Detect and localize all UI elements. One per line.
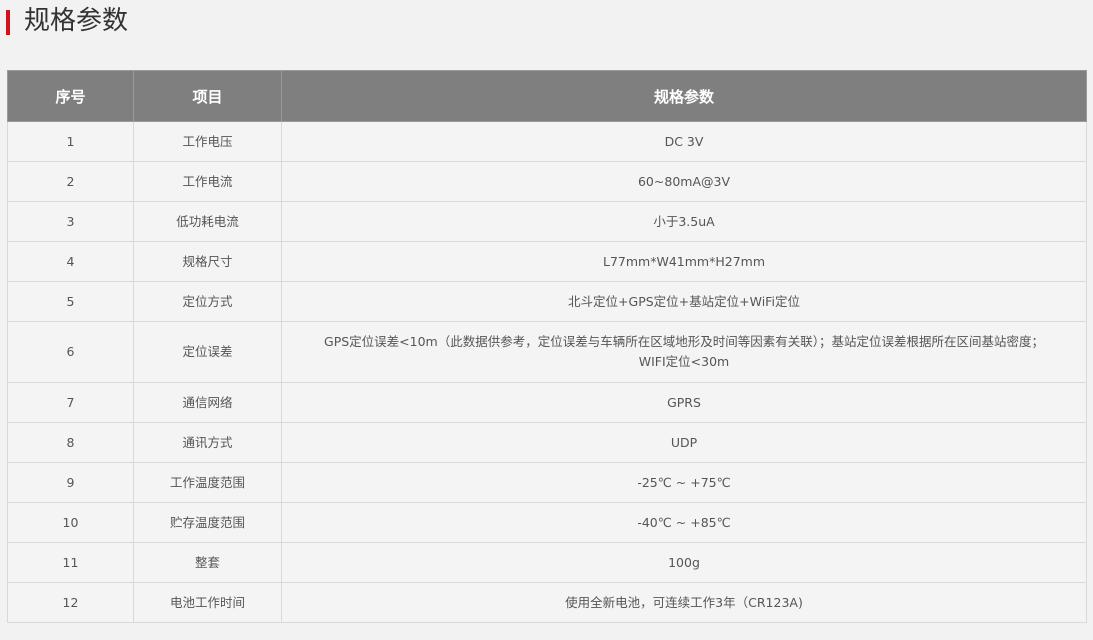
table-row: 11 整套 100g: [7, 542, 1087, 583]
section-header: 规格参数: [0, 0, 400, 40]
row-number: 4: [7, 241, 134, 282]
table-row: 8 通讯方式 UDP: [7, 422, 1087, 463]
row-number: 1: [7, 121, 134, 162]
row-number: 6: [7, 321, 134, 383]
row-item: 电池工作时间: [133, 582, 282, 623]
table-row: 9 工作温度范围 -25℃ ~ +75℃: [7, 462, 1087, 503]
column-header-spec: 规格参数: [281, 70, 1087, 122]
row-number: 11: [7, 542, 134, 583]
row-number: 5: [7, 281, 134, 322]
column-header-item: 项目: [133, 70, 282, 122]
table-row: 4 规格尺寸 L77mm*W41mm*H27mm: [7, 241, 1087, 282]
row-item: 规格尺寸: [133, 241, 282, 282]
table-row: 7 通信网络 GPRS: [7, 382, 1087, 423]
row-item: 通讯方式: [133, 422, 282, 463]
table-row: 3 低功耗电流 小于3.5uA: [7, 201, 1087, 242]
table-row: 5 定位方式 北斗定位+GPS定位+基站定位+WiFi定位: [7, 281, 1087, 322]
section-title: 规格参数: [24, 6, 129, 36]
row-value: 100g: [281, 542, 1087, 583]
row-item: 通信网络: [133, 382, 282, 423]
row-value: 使用全新电池，可连续工作3年（CR123A): [281, 582, 1087, 623]
row-item: 低功耗电流: [133, 201, 282, 242]
row-value: -40℃ ~ +85℃: [281, 502, 1087, 543]
table-row: 1 工作电压 DC 3V: [7, 121, 1087, 162]
row-number: 7: [7, 382, 134, 423]
row-item: 贮存温度范围: [133, 502, 282, 543]
row-number: 2: [7, 161, 134, 202]
row-item: 定位方式: [133, 281, 282, 322]
row-item: 工作电压: [133, 121, 282, 162]
row-value: 小于3.5uA: [281, 201, 1087, 242]
row-item: 工作温度范围: [133, 462, 282, 503]
row-value: GPS定位误差<10m（此数据供参考，定位误差与车辆所在区域地形及时间等因素有关…: [281, 321, 1087, 383]
table-row: 10 贮存温度范围 -40℃ ~ +85℃: [7, 502, 1087, 543]
row-value: L77mm*W41mm*H27mm: [281, 241, 1087, 282]
row-value: UDP: [281, 422, 1087, 463]
row-number: 12: [7, 582, 134, 623]
row-item: 定位误差: [133, 321, 282, 383]
row-number: 3: [7, 201, 134, 242]
table-row: 2 工作电流 60~80mA@3V: [7, 161, 1087, 202]
table-row: 6 定位误差 GPS定位误差<10m（此数据供参考，定位误差与车辆所在区域地形及…: [7, 321, 1087, 383]
row-value: -25℃ ~ +75℃: [281, 462, 1087, 503]
row-number: 9: [7, 462, 134, 503]
title-accent-bar: [6, 10, 10, 35]
row-value: 北斗定位+GPS定位+基站定位+WiFi定位: [281, 281, 1087, 322]
row-item: 工作电流: [133, 161, 282, 202]
row-item: 整套: [133, 542, 282, 583]
spec-table: 序号 项目 规格参数 1 工作电压 DC 3V 2 工作电流 60~80mA@3…: [7, 70, 1087, 623]
table-row: 12 电池工作时间 使用全新电池，可连续工作3年（CR123A): [7, 582, 1087, 623]
row-value: GPRS: [281, 382, 1087, 423]
row-value: DC 3V: [281, 121, 1087, 162]
row-number: 10: [7, 502, 134, 543]
row-number: 8: [7, 422, 134, 463]
row-value: 60~80mA@3V: [281, 161, 1087, 202]
column-header-number: 序号: [7, 70, 134, 122]
table-header-row: 序号 项目 规格参数: [7, 70, 1087, 122]
